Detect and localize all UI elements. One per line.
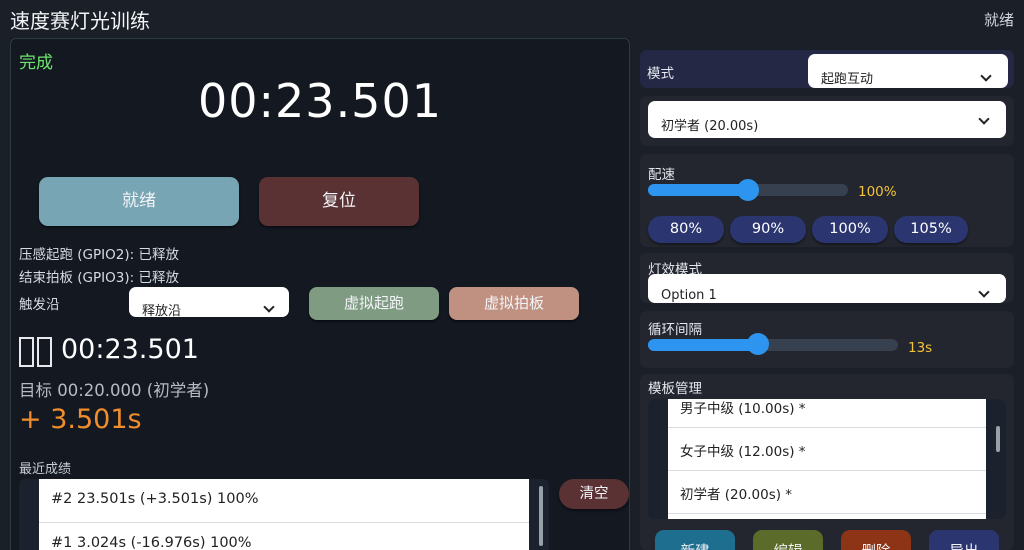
new-template-button[interactable]: 新建 bbox=[655, 530, 735, 550]
list-item[interactable]: #1 3.024s (-16.976s) 100% bbox=[39, 523, 529, 550]
mode-value: 起跑互动 bbox=[821, 72, 874, 87]
start-sensor-status: 压感起跑 (GPIO2): 已释放 bbox=[19, 247, 179, 263]
trigger-edge-select[interactable]: 释放沿 bbox=[129, 287, 289, 317]
pace-slider-handle[interactable] bbox=[737, 179, 759, 201]
pace-preset-100[interactable]: 100% bbox=[812, 216, 888, 243]
reset-button[interactable]: 复位 bbox=[259, 177, 419, 226]
mode-select[interactable]: 起跑互动 bbox=[808, 54, 1008, 88]
level-value: 初学者 (20.00s) bbox=[661, 119, 759, 134]
list-item[interactable]: 男子中级 (10.00s) * bbox=[668, 399, 986, 428]
edit-template-button[interactable]: 编辑 bbox=[753, 530, 823, 550]
target-time: 目标 00:20.000 (初学者) bbox=[19, 381, 210, 400]
pace-preset-label: 100% bbox=[829, 221, 871, 237]
ready-button[interactable]: 就绪 bbox=[39, 177, 239, 226]
pace-preset-label: 80% bbox=[669, 221, 703, 237]
effect-select[interactable]: Option 1 bbox=[648, 274, 1006, 303]
virtual-start-button[interactable]: 虚拟起跑 bbox=[309, 287, 439, 320]
recent-results-label: 最近成绩 bbox=[19, 462, 72, 477]
clear-button[interactable]: 清空 bbox=[559, 479, 629, 509]
template-scrollbar[interactable] bbox=[996, 426, 1000, 452]
pace-preset-label: 90% bbox=[751, 221, 785, 237]
pace-value: 100% bbox=[858, 184, 897, 200]
pace-preset-90[interactable]: 90% bbox=[730, 216, 806, 243]
virtual-end-button[interactable]: 虚拟拍板 bbox=[449, 287, 579, 320]
mode-label: 模式 bbox=[647, 66, 674, 82]
light-square-icon bbox=[37, 337, 52, 367]
trigger-edge-label: 触发沿 bbox=[19, 297, 60, 313]
pace-preset-label: 105% bbox=[910, 221, 952, 237]
template-list[interactable]: 男子中级 (10.00s) * 女子中级 (12.00s) * 初学者 (20.… bbox=[668, 399, 986, 519]
list-item[interactable]: #2 23.501s (+3.501s) 100% bbox=[39, 479, 529, 523]
loop-slider-handle[interactable] bbox=[747, 333, 769, 355]
template-label: 模板管理 bbox=[648, 381, 702, 397]
chevron-down-icon bbox=[980, 70, 992, 82]
pace-preset-105[interactable]: 105% bbox=[894, 216, 968, 243]
app-title: 速度赛灯光训练 bbox=[10, 9, 150, 33]
end-sensor-status: 结束拍板 (GPIO3): 已释放 bbox=[19, 270, 179, 286]
export-template-button[interactable]: 导出 bbox=[929, 530, 999, 550]
light-indicators bbox=[19, 337, 52, 367]
chevron-down-icon bbox=[978, 286, 990, 298]
recent-scrollbar[interactable] bbox=[539, 486, 543, 546]
pace-preset-80[interactable]: 80% bbox=[648, 216, 724, 243]
pace-label: 配速 bbox=[648, 167, 675, 183]
list-item[interactable]: 女子中级 (12.00s) * bbox=[668, 428, 986, 471]
chevron-down-icon bbox=[263, 301, 275, 313]
level-select[interactable]: 初学者 (20.00s) bbox=[648, 101, 1006, 138]
loop-label: 循环间隔 bbox=[648, 322, 702, 338]
result-time: 00:23.501 bbox=[61, 334, 199, 365]
loop-slider-fill bbox=[648, 339, 758, 351]
main-timer-display: 00:23.501 bbox=[198, 74, 442, 128]
timer-state: 完成 bbox=[19, 53, 53, 73]
chevron-down-icon bbox=[978, 113, 990, 125]
trigger-edge-value: 释放沿 bbox=[142, 304, 182, 317]
app-status: 就绪 bbox=[983, 11, 1014, 29]
time-delta: + 3.501s bbox=[19, 404, 142, 435]
loop-value: 13s bbox=[908, 340, 933, 356]
effect-value: Option 1 bbox=[661, 288, 717, 303]
recent-results-list[interactable]: #2 23.501s (+3.501s) 100% #1 3.024s (-16… bbox=[39, 479, 529, 550]
delete-template-button[interactable]: 删除 bbox=[841, 530, 911, 550]
pace-slider-fill bbox=[648, 184, 748, 196]
light-square-icon bbox=[19, 337, 34, 367]
list-item[interactable]: 初学者 (20.00s) * bbox=[668, 471, 986, 514]
